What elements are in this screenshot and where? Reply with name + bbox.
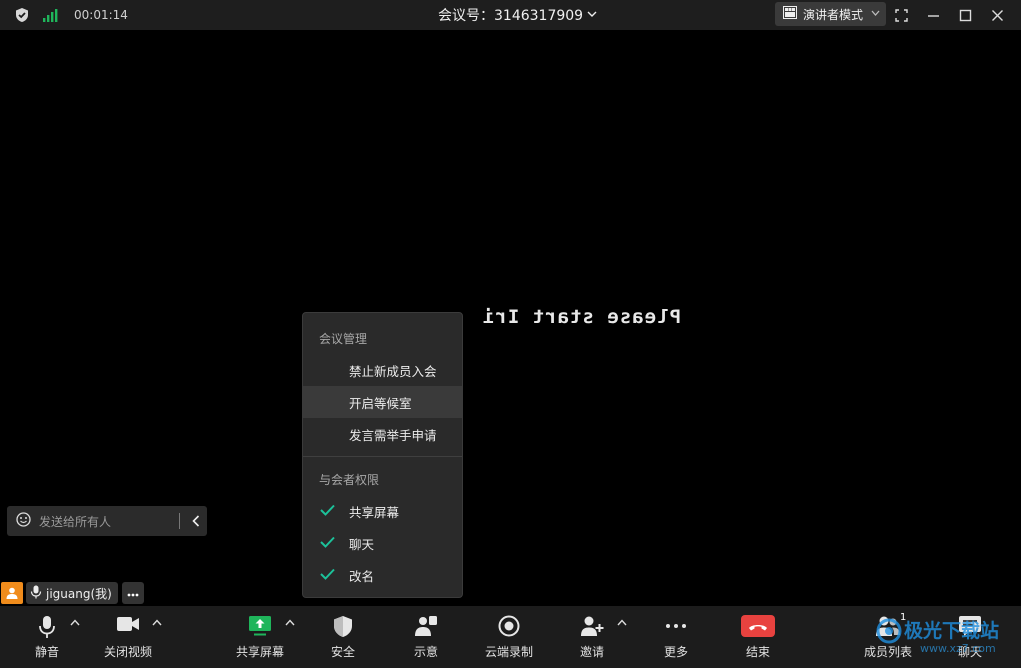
chevron-down-icon	[871, 9, 880, 19]
menu-item-label: 开启等候室	[349, 395, 412, 411]
window-controls	[885, 0, 1013, 30]
menu-divider	[303, 456, 462, 457]
record-icon	[498, 615, 520, 641]
maximize-icon[interactable]	[949, 0, 981, 30]
toolbar-label: 邀请	[579, 645, 604, 659]
hang-up-icon	[741, 615, 775, 641]
speaker-view-icon	[783, 6, 797, 22]
chat-divider	[179, 513, 180, 529]
toolbar-label: 云端录制	[484, 645, 533, 659]
menu-item-lock-meeting[interactable]: 禁止新成员入会	[303, 354, 462, 386]
share-options-caret[interactable]	[285, 616, 295, 629]
shield-icon	[333, 615, 353, 642]
toolbar-label: 静音	[34, 645, 59, 659]
meeting-toolbar: 静音 关闭视频 共享屏幕 安全 示意 云端录制 邀请 更多 结束 1 成员列表 …	[0, 606, 1021, 668]
toolbar-label: 共享屏幕	[235, 645, 284, 659]
menu-item-label: 共享屏幕	[349, 504, 400, 520]
stop-video-button[interactable]: 关闭视频	[100, 606, 156, 668]
toolbar-label: 结束	[745, 645, 770, 659]
chat-input[interactable]: 发送给所有人	[7, 506, 207, 536]
meeting-timer: 00:01:14	[74, 8, 128, 22]
chat-placeholder: 发送给所有人	[39, 514, 112, 529]
menu-item-label: 改名	[349, 568, 375, 584]
title-bar: 00:01:14 会议号：3146317909 演讲者模式	[0, 0, 1021, 30]
menu-item-raise-hand-to-speak[interactable]: 发言需举手申请	[303, 418, 462, 450]
security-button[interactable]: 安全	[322, 606, 364, 668]
shield-check-icon[interactable]	[14, 7, 30, 23]
watermark-mark-icon	[876, 618, 902, 649]
video-camera-icon	[116, 615, 140, 637]
toolbar-label: 更多	[663, 645, 688, 659]
checkmark-icon	[320, 568, 335, 583]
menu-item-label: 聊天	[349, 536, 375, 552]
end-meeting-button[interactable]: 结束	[738, 606, 778, 668]
network-signal-icon[interactable]	[42, 8, 58, 22]
checkmark-icon	[320, 504, 335, 519]
audio-options-caret[interactable]	[70, 616, 80, 629]
mute-button[interactable]: 静音	[22, 606, 72, 668]
cloud-record-button[interactable]: 云端录制	[482, 606, 536, 668]
signal-icon	[414, 615, 438, 641]
invite-button[interactable]: 邀请	[572, 606, 612, 668]
share-screen-button[interactable]: 共享屏幕	[232, 606, 288, 668]
add-user-icon	[580, 615, 604, 641]
view-mode-label: 演讲者模式	[803, 7, 864, 22]
more-button[interactable]: 更多	[656, 606, 696, 668]
title-bar-status: 00:01:14	[14, 0, 128, 30]
menu-item-waiting-room[interactable]: 开启等候室	[303, 386, 462, 418]
watermark-url: www.xz7.com	[920, 642, 996, 655]
meeting-id-dropdown[interactable]: 会议号：3146317909	[438, 0, 597, 30]
menu-section-title: 与会者权限	[319, 473, 380, 487]
self-more-button[interactable]	[122, 582, 144, 604]
view-mode-dropdown[interactable]: 演讲者模式	[775, 2, 886, 26]
menu-item-allow-rename[interactable]: 改名	[303, 559, 462, 591]
more-dots-icon	[127, 586, 139, 600]
watermark-text: 极光下载站	[904, 620, 1000, 642]
watermark-logo: 极光下载站 www.xz7.com	[872, 612, 1021, 668]
microphone-icon	[38, 615, 56, 643]
self-name: jiguang(我)	[46, 586, 112, 601]
emoji-icon[interactable]	[16, 511, 31, 531]
toolbar-label: 关闭视频	[103, 645, 152, 659]
more-dots-icon	[664, 615, 688, 641]
collapse-chat-button[interactable]	[185, 506, 207, 536]
fullscreen-icon[interactable]	[885, 0, 917, 30]
signal-button[interactable]: 示意	[405, 606, 447, 668]
toolbar-label: 示意	[413, 645, 438, 659]
self-name-tag: jiguang(我)	[26, 582, 118, 604]
checkmark-icon	[320, 536, 335, 551]
minimize-icon[interactable]	[917, 0, 949, 30]
menu-item-allow-share-screen[interactable]: 共享屏幕	[303, 495, 462, 527]
toolbar-label: 安全	[330, 645, 355, 659]
close-icon[interactable]	[981, 0, 1013, 30]
shared-screen-text: Please start Iri	[481, 306, 681, 328]
chevron-left-icon	[192, 512, 200, 531]
avatar	[1, 582, 23, 604]
menu-item-allow-chat[interactable]: 聊天	[303, 527, 462, 559]
meeting-management-menu: 会议管理 禁止新成员入会 开启等候室 发言需举手申请 与会者权限 共享屏幕 聊天…	[302, 312, 463, 598]
menu-section-title: 会议管理	[319, 332, 368, 346]
meeting-id-label: 会议号：3146317909	[438, 8, 584, 24]
invite-options-caret[interactable]	[617, 616, 627, 629]
video-options-caret[interactable]	[152, 616, 162, 629]
menu-item-label: 发言需举手申请	[349, 427, 437, 443]
microphone-icon	[30, 585, 42, 602]
chevron-down-icon	[587, 10, 597, 21]
share-screen-icon	[248, 615, 272, 641]
menu-item-label: 禁止新成员入会	[349, 363, 437, 379]
